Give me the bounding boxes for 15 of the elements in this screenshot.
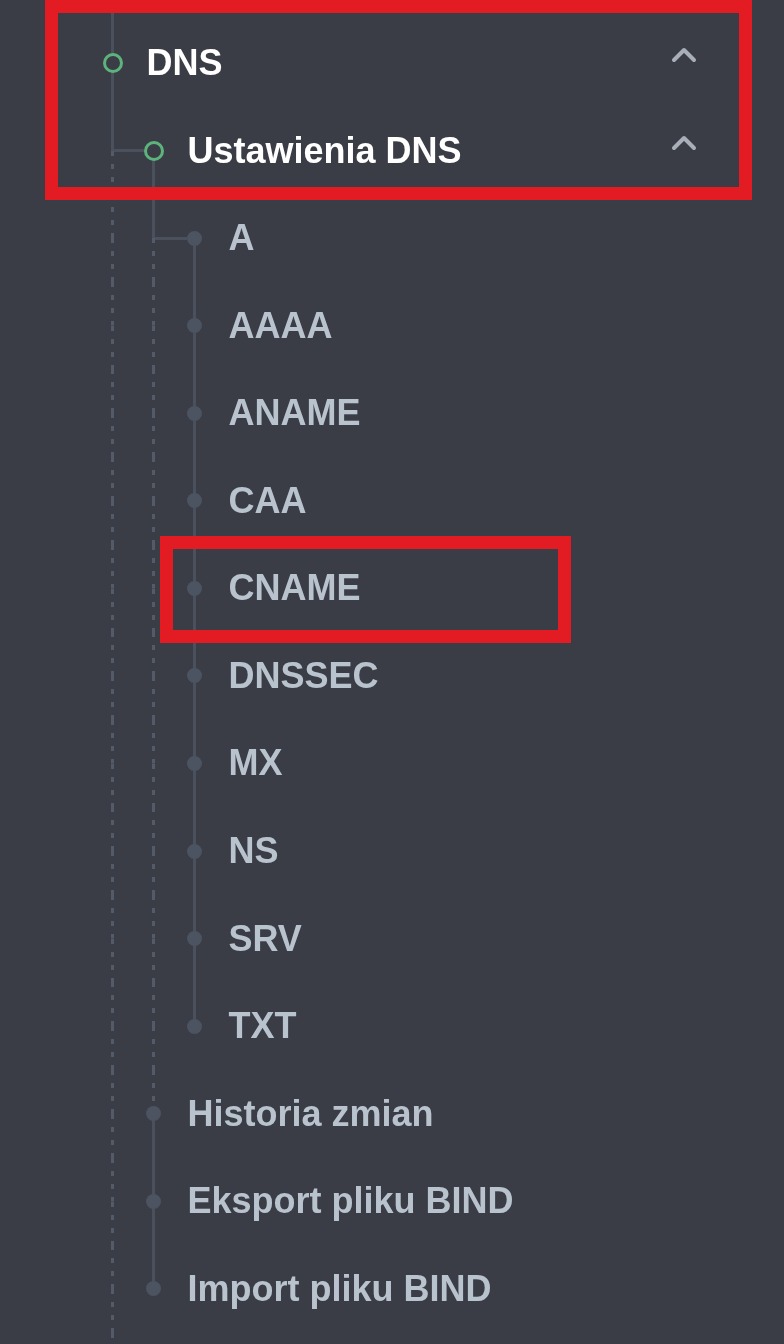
menu-item[interactable]: TXT [228,982,697,1070]
menu-item[interactable]: DNS [146,19,697,107]
menu-item[interactable]: DNSSEC [228,632,697,720]
menu-item[interactable]: Ustawienia DNS [187,106,697,195]
menu-item[interactable]: A [228,194,697,282]
menu-item[interactable]: CNAME [228,544,697,633]
menu-item[interactable]: CAA [228,457,697,545]
menu-item[interactable]: ANAME [228,369,697,457]
menu-item[interactable]: SRV [228,894,697,983]
menu-item[interactable]: Eksport pliku BIND [187,1157,697,1246]
menu-item[interactable]: NS [228,807,697,895]
menu-item[interactable]: AAAA [228,281,697,370]
menu-item[interactable]: Historia zmian [187,1069,697,1158]
menu-item[interactable]: MX [228,719,697,808]
menu-item[interactable]: Import pliku BIND [187,1245,697,1333]
